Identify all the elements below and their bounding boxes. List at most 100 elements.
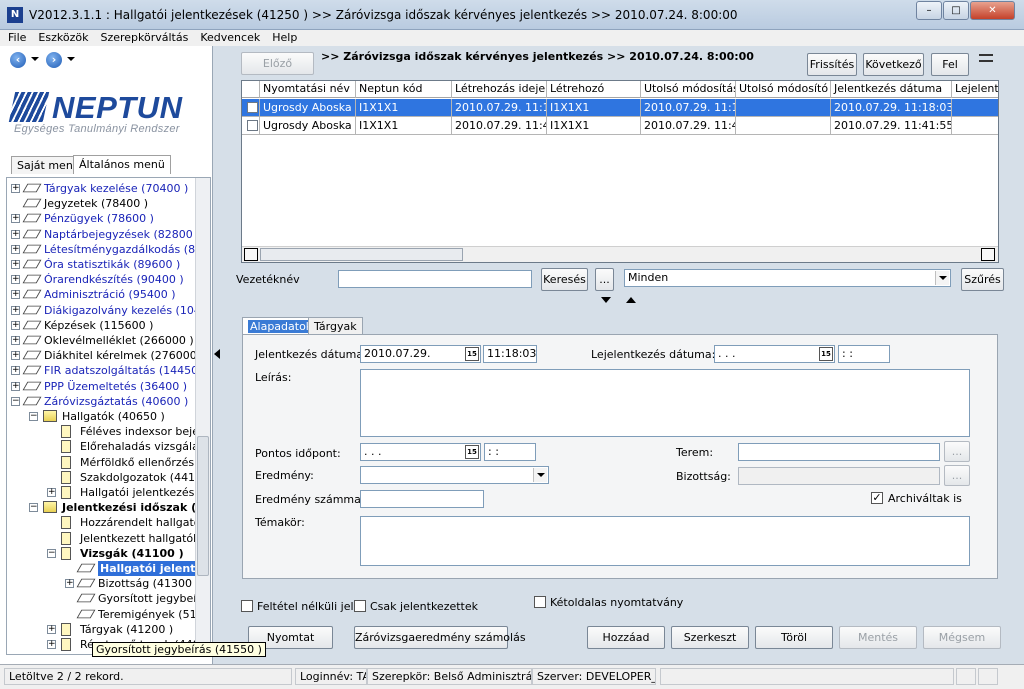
csak-checkbox[interactable]	[354, 600, 366, 612]
menu-eszkozok[interactable]: Eszközök	[30, 30, 92, 44]
expand-icon[interactable]: +	[11, 184, 20, 193]
tree-item[interactable]: + Órarendkészítés (90400 )	[7, 272, 197, 287]
row-select-cell[interactable]	[242, 99, 260, 117]
lejelentkezes-date-field[interactable]: . . . 15	[714, 345, 835, 363]
tree-item[interactable]: − Záróvizsgáztatás (40600 )	[7, 394, 197, 409]
minimize-button[interactable]: –	[916, 1, 942, 20]
ketoldalas-checkbox[interactable]	[534, 596, 546, 608]
tree-item[interactable]: Előrehaladás vizsgálat (40	[7, 439, 210, 454]
tree-item[interactable]: + FIR adatszolgáltatás (14450 )	[7, 363, 206, 378]
expand-icon[interactable]: +	[11, 336, 20, 345]
tree-item[interactable]: + Naptárbejegyzések (82800 )	[7, 227, 201, 242]
terem-picker-button[interactable]: ...	[944, 441, 970, 462]
tree-item[interactable]: + Tárgyak (41200 )	[7, 622, 197, 637]
jelentkezes-time-field[interactable]: 11:18:03	[483, 345, 537, 363]
refresh-button[interactable]: Frissítés	[807, 53, 857, 76]
calculate-result-button[interactable]: Záróvizsgaeredmény számolás	[354, 626, 526, 649]
tree-item[interactable]: + Tárgyak kezelése (70400 )	[7, 181, 197, 196]
forward-history-icon[interactable]	[67, 57, 75, 61]
tree-item[interactable]: + Diákigazolvány kezelés (10400 )	[7, 303, 210, 318]
expand-icon[interactable]: +	[65, 579, 74, 589]
save-button[interactable]: Mentés	[839, 626, 917, 649]
tab-targyak[interactable]: Tárgyak	[308, 317, 363, 335]
chevron-down-icon[interactable]	[935, 271, 949, 285]
column-header[interactable]: Utolsó módosítás ...	[641, 81, 736, 98]
expand-icon[interactable]: +	[47, 624, 56, 634]
calendar-icon[interactable]: 15	[819, 347, 833, 361]
tree-scroll-thumb[interactable]	[197, 436, 209, 576]
pontos-date-field[interactable]: . . . 15	[360, 443, 481, 461]
search-button[interactable]: Keresés	[541, 268, 588, 291]
menu-help[interactable]: Help	[264, 30, 301, 44]
terem-field[interactable]	[738, 443, 940, 461]
row-checkbox[interactable]	[247, 120, 258, 131]
column-header[interactable]: Létrehozás ideje	[452, 81, 547, 98]
edit-button[interactable]: Szerkeszt	[671, 626, 749, 649]
eredmeny-select[interactable]	[360, 466, 549, 484]
next-button[interactable]: Következő	[863, 53, 924, 76]
temakor-textarea[interactable]	[360, 516, 970, 566]
row-checkbox[interactable]	[247, 102, 258, 113]
tree-item[interactable]: + Oklevélmelléklet (266000 )	[7, 333, 197, 348]
back-arrow-icon[interactable]: ‹	[10, 52, 26, 68]
tree-scrollbar[interactable]	[195, 178, 210, 654]
feltetel-checkbox[interactable]	[241, 600, 253, 612]
menu-file[interactable]: File	[0, 30, 30, 44]
expand-icon[interactable]: +	[11, 366, 20, 376]
search-input[interactable]	[338, 270, 532, 288]
bizottsag-picker-button[interactable]: ...	[944, 465, 970, 486]
chevron-down-icon[interactable]	[533, 468, 547, 482]
pin-icon[interactable]	[979, 54, 993, 62]
archivaltak-checkbox[interactable]: ✓	[871, 492, 883, 504]
table-row[interactable]: Ugrosdy AboskaI1X1X12010.07.29. 11:41:5I…	[242, 117, 998, 135]
column-header[interactable]: Utolsó módosító	[736, 81, 831, 98]
tree-item[interactable]: + Óra statisztikák (89600 )	[7, 257, 197, 272]
menu-kedvencek[interactable]: Kedvencek	[192, 30, 264, 44]
scroll-thumb[interactable]	[260, 248, 463, 261]
horizontal-scrollbar[interactable]	[242, 246, 998, 262]
filter-select[interactable]: Minden	[624, 269, 951, 287]
maximize-button[interactable]: □	[943, 1, 969, 20]
collapse-icon[interactable]: −	[11, 396, 20, 406]
forward-arrow-icon[interactable]: ›	[46, 52, 62, 68]
expand-down-icon[interactable]	[601, 297, 611, 303]
lejelentkezes-time-field[interactable]: : :	[838, 345, 890, 363]
scroll-left-icon[interactable]	[244, 248, 258, 261]
table-row[interactable]: Ugrosdy AboskaI1X1X12010.07.29. 11:18:0I…	[242, 99, 998, 117]
tree-item[interactable]: Féléves indexsor bejegyzé	[7, 424, 210, 439]
tree-item[interactable]: − Jelentkezési időszak (40	[7, 500, 210, 515]
tab-altalanos-menu[interactable]: Általános menü	[73, 155, 171, 174]
back-history-icon[interactable]	[31, 57, 39, 61]
tree-item[interactable]: Hozzárendelt hallgatók (4	[7, 515, 210, 530]
tree-item[interactable]: + Pénzügyek (78600 )	[7, 211, 197, 226]
expand-icon[interactable]: +	[11, 320, 20, 330]
expand-icon[interactable]: +	[11, 214, 20, 224]
expand-icon[interactable]: +	[11, 305, 20, 315]
calendar-icon[interactable]: 15	[465, 347, 479, 361]
tree-item[interactable]: Teremigények (51650	[7, 607, 210, 622]
search-options-button[interactable]: ...	[595, 268, 614, 291]
tree-item[interactable]: + Képzések (115600 )	[7, 318, 197, 333]
tree-item[interactable]: + Létesítménygazdálkodás (83400	[7, 242, 210, 257]
tree-item[interactable]: Hallgatói jelentkez	[7, 561, 210, 576]
tree-item[interactable]: + Hallgatói jelentkezések (4	[7, 485, 210, 500]
calendar-icon[interactable]: 15	[465, 445, 479, 459]
row-select-cell[interactable]	[242, 117, 260, 135]
tree-item[interactable]: Mérföldkő ellenőrzés (409	[7, 455, 210, 470]
menu-szerepkorvaltas[interactable]: Szerepkörváltás	[92, 30, 192, 44]
cancel-button[interactable]: Mégsem	[923, 626, 1001, 649]
column-header[interactable]: Jelentkezés dátuma	[831, 81, 952, 98]
jelentkezes-date-field[interactable]: 2010.07.29. 15	[360, 345, 481, 363]
bizottsag-field[interactable]	[738, 467, 940, 485]
collapse-icon[interactable]: −	[29, 412, 38, 421]
tree-item[interactable]: Gyorsított jegybeírás	[7, 591, 210, 606]
column-header[interactable]: Nyomtatási név	[260, 81, 356, 98]
eredmeny-szam-field[interactable]	[360, 490, 484, 508]
close-button[interactable]: ✕	[970, 1, 1015, 20]
tree-item[interactable]: Jelentkezett hallgatók (41	[7, 531, 210, 546]
pontos-time-field[interactable]: : :	[484, 443, 536, 461]
column-header[interactable]: Létrehozó	[547, 81, 641, 98]
expand-icon[interactable]: +	[11, 229, 20, 239]
collapse-icon[interactable]: −	[47, 548, 56, 558]
up-button[interactable]: Fel	[931, 53, 969, 76]
